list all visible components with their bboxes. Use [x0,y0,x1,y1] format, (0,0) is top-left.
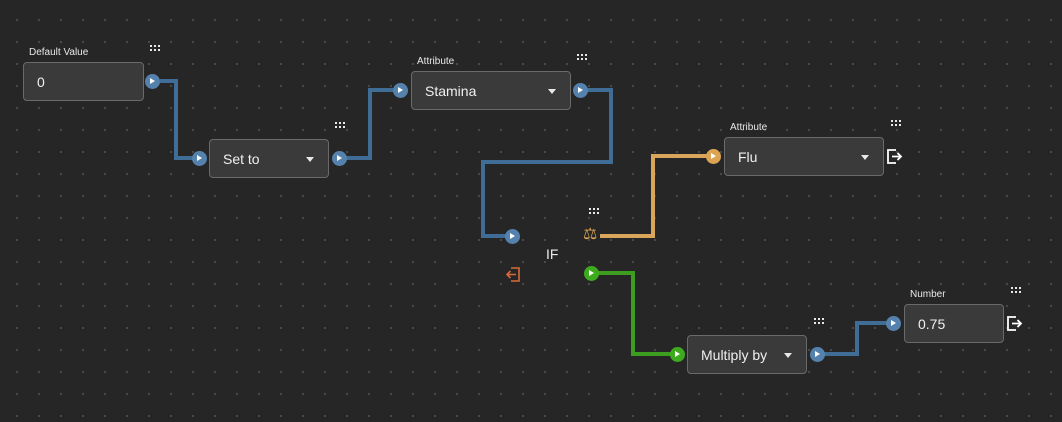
multiply-output-port[interactable] [810,347,825,362]
wire-if-to-flu [600,154,714,238]
set-to-output-port[interactable] [332,151,347,166]
wire-multiply-to-number [817,321,894,356]
drag-handle-icon[interactable] [335,122,346,129]
balance-scale-icon[interactable]: ⚖ [583,224,597,243]
number-text: 0.75 [918,315,946,332]
attribute-stamina-dropdown[interactable]: Stamina [411,71,571,110]
multiply-by-dropdown[interactable]: Multiply by [687,335,807,374]
default-value-output-port[interactable] [145,74,160,89]
wire-setto-to-stamina [340,88,400,160]
number-input[interactable]: 0.75 [904,304,1004,343]
set-to-dropdown[interactable]: Set to [209,139,329,178]
dropdown-caret-icon [306,156,314,162]
drag-handle-icon[interactable] [814,318,825,325]
number-label: Number [910,289,946,300]
multiply-by-text: Multiply by [701,346,768,363]
drag-handle-icon[interactable] [891,120,902,127]
drag-handle-icon[interactable] [150,45,161,52]
default-value-label: Default Value [29,47,89,58]
exit-icon[interactable] [886,148,903,165]
stamina-output-port[interactable] [573,83,588,98]
if-input-port[interactable] [505,229,520,244]
attribute-flu-label: Attribute [730,122,768,133]
attribute-stamina-label: Attribute [417,56,455,67]
number-input-port[interactable] [886,316,901,331]
if-label: IF [546,246,559,262]
attribute-flu-dropdown[interactable]: Flu [724,137,884,176]
stamina-text: Stamina [425,82,477,99]
flu-text: Flu [738,148,758,165]
set-to-text: Set to [223,150,260,167]
flu-input-port[interactable] [706,149,721,164]
stamina-input-port[interactable] [393,83,408,98]
if-true-output-port[interactable] [584,266,599,281]
drag-handle-icon[interactable] [589,208,600,215]
drag-handle-icon[interactable] [1011,287,1022,294]
default-value-text: 0 [37,73,45,90]
set-to-input-port[interactable] [192,151,207,166]
dropdown-caret-icon [861,154,869,160]
multiply-input-port[interactable] [670,347,685,362]
dropdown-caret-icon [784,352,792,358]
connection-wires [160,79,894,356]
dropdown-caret-icon [548,88,556,94]
wire-if-to-multiply [591,271,677,356]
drag-handle-icon[interactable] [577,54,588,61]
wire-default-to-setto [160,79,200,160]
exit-icon[interactable] [504,266,521,283]
default-value-input[interactable]: 0 [23,62,144,101]
exit-icon[interactable] [1006,315,1023,332]
